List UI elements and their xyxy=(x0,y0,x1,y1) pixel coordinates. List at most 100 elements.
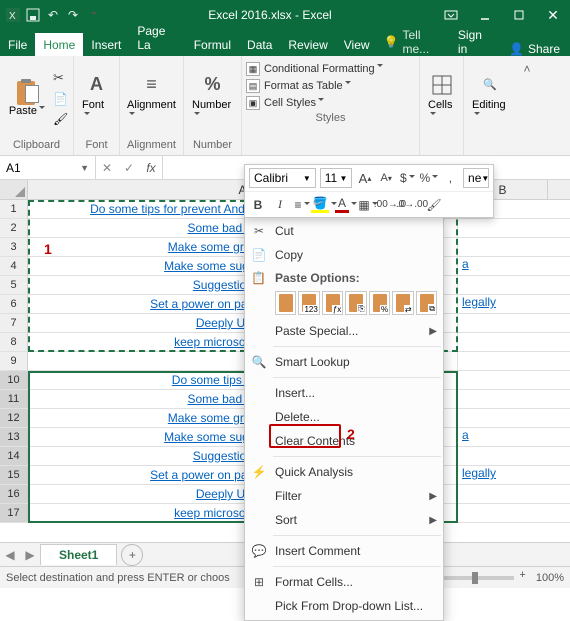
row-header[interactable]: 14 xyxy=(0,447,28,465)
row-header[interactable]: 2 xyxy=(0,219,28,237)
editing-button[interactable]: 🔍Editing xyxy=(468,73,512,123)
ctx-format-cells[interactable]: ⊞Format Cells... xyxy=(245,570,443,594)
undo-icon[interactable]: ↶ xyxy=(46,8,60,22)
share-button[interactable]: 👤Share xyxy=(499,42,570,56)
cell[interactable] xyxy=(458,390,548,408)
format-painter-icon[interactable] xyxy=(53,112,68,126)
mini-size-select[interactable]: 11▼ xyxy=(320,168,353,188)
tell-me[interactable]: 💡Tell me... xyxy=(378,28,450,56)
mini-font-select[interactable]: Calibri▼ xyxy=(249,168,316,188)
ctx-delete[interactable]: Delete... xyxy=(245,405,443,429)
name-box[interactable]: A1▼ xyxy=(0,156,96,179)
paste-option-icon[interactable] xyxy=(275,291,296,315)
increase-font-icon[interactable]: A▴ xyxy=(356,168,373,188)
cell[interactable] xyxy=(458,504,548,522)
paste-option-icon[interactable]: 123 xyxy=(298,291,319,315)
new-sheet-button[interactable]: + xyxy=(121,544,143,566)
mini-percent-icon[interactable]: % xyxy=(420,168,438,188)
cell[interactable]: a xyxy=(458,257,548,275)
paste-button[interactable]: Paste xyxy=(5,79,49,117)
row-header[interactable]: 12 xyxy=(0,409,28,427)
row-header[interactable]: 17 xyxy=(0,504,28,522)
name-box-dropdown-icon[interactable]: ▼ xyxy=(80,163,89,173)
paste-option-icon[interactable]: % xyxy=(369,291,390,315)
alignment-button[interactable]: ≡Alignment xyxy=(123,73,180,123)
cell[interactable]: a xyxy=(458,428,548,446)
mini-format-painter-icon[interactable]: 🖌 xyxy=(425,195,443,215)
mini-fill-color-icon[interactable]: 🪣 xyxy=(315,195,333,215)
italic-icon[interactable]: I xyxy=(271,195,289,215)
ctx-insert-comment[interactable]: 💬Insert Comment xyxy=(245,539,443,563)
row-header[interactable]: 15 xyxy=(0,466,28,484)
sheet-nav-next-icon[interactable]: ▶ xyxy=(25,548,34,562)
cell[interactable] xyxy=(458,485,548,503)
mini-comma-icon[interactable]: , xyxy=(442,168,459,188)
row-header[interactable]: 8 xyxy=(0,333,28,351)
paste-option-icon[interactable]: ⎘ xyxy=(345,291,366,315)
cancel-formula-icon[interactable]: ✕ xyxy=(96,161,118,175)
cells-button[interactable]: Cells xyxy=(424,73,459,123)
row-header[interactable]: 9 xyxy=(0,352,28,370)
hyperlink[interactable]: a xyxy=(458,428,469,442)
ctx-insert[interactable]: Insert... xyxy=(245,381,443,405)
cell[interactable] xyxy=(458,352,548,370)
paste-option-icon[interactable]: ⇄ xyxy=(392,291,413,315)
hyperlink[interactable]: a xyxy=(458,257,469,271)
fx-icon[interactable]: fx xyxy=(140,161,162,175)
cut-icon[interactable] xyxy=(53,70,68,86)
row-header[interactable]: 4 xyxy=(0,257,28,275)
close-button[interactable]: ✕ xyxy=(536,0,570,30)
zoom-level[interactable]: 100% xyxy=(536,572,564,584)
cell[interactable]: legally xyxy=(458,295,548,313)
row-header[interactable]: 6 xyxy=(0,295,28,313)
enter-formula-icon[interactable]: ✓ xyxy=(118,161,140,175)
select-all-corner[interactable] xyxy=(0,180,28,199)
sheet-tab-sheet1[interactable]: Sheet1 xyxy=(40,544,117,565)
paste-option-icon[interactable]: ƒx xyxy=(322,291,343,315)
ribbon-options-icon[interactable] xyxy=(434,0,468,30)
tab-formulas[interactable]: Formul xyxy=(186,33,239,56)
row-header[interactable]: 13 xyxy=(0,428,28,446)
maximize-button[interactable] xyxy=(502,0,536,30)
tab-review[interactable]: Review xyxy=(280,33,335,56)
mini-increase-decimal-icon[interactable]: .0→.00 xyxy=(403,195,421,215)
row-header[interactable]: 11 xyxy=(0,390,28,408)
mini-currency-icon[interactable]: $ xyxy=(399,168,416,188)
cell[interactable] xyxy=(458,276,548,294)
mini-font-color-icon[interactable]: A xyxy=(337,195,355,215)
row-header[interactable]: 10 xyxy=(0,371,28,389)
collapse-ribbon-icon[interactable]: ˄ xyxy=(516,56,538,155)
row-header[interactable]: 5 xyxy=(0,276,28,294)
hyperlink[interactable]: legally xyxy=(458,295,496,309)
ctx-filter[interactable]: Filter▶ xyxy=(245,484,443,508)
cell[interactable] xyxy=(458,314,548,332)
sign-in-link[interactable]: Sign in xyxy=(450,28,499,56)
zoom-slider[interactable] xyxy=(434,576,514,580)
paste-option-icon[interactable]: ⧉ xyxy=(416,291,437,315)
tab-file[interactable]: File xyxy=(0,33,35,56)
cell[interactable] xyxy=(458,219,548,237)
row-header[interactable]: 16 xyxy=(0,485,28,503)
bold-icon[interactable]: B xyxy=(249,195,267,215)
cell[interactable] xyxy=(458,447,548,465)
ctx-copy[interactable]: 📄Copy xyxy=(245,243,443,267)
row-header[interactable]: 7 xyxy=(0,314,28,332)
tab-data[interactable]: Data xyxy=(239,33,280,56)
tab-view[interactable]: View xyxy=(336,33,378,56)
mini-align-icon[interactable]: ≡ xyxy=(293,195,311,215)
cell[interactable] xyxy=(458,371,548,389)
qat-customize-icon[interactable] xyxy=(86,8,100,22)
row-header[interactable]: 1 xyxy=(0,200,28,218)
ctx-clear-contents[interactable]: Clear Contents xyxy=(245,429,443,453)
cell[interactable]: legally xyxy=(458,466,548,484)
tab-insert[interactable]: Insert xyxy=(83,33,129,56)
conditional-formatting-button[interactable]: ▦Conditional Formatting xyxy=(246,62,415,76)
decrease-font-icon[interactable]: A▾ xyxy=(378,168,395,188)
save-icon[interactable] xyxy=(26,8,40,22)
ctx-sort[interactable]: Sort▶ xyxy=(245,508,443,532)
ctx-paste-special[interactable]: Paste Special...▶ xyxy=(245,319,443,343)
ctx-quick-analysis[interactable]: ⚡Quick Analysis xyxy=(245,460,443,484)
row-header[interactable]: 3 xyxy=(0,238,28,256)
cell-styles-button[interactable]: ▣Cell Styles xyxy=(246,96,415,110)
hyperlink[interactable]: legally xyxy=(458,466,496,480)
